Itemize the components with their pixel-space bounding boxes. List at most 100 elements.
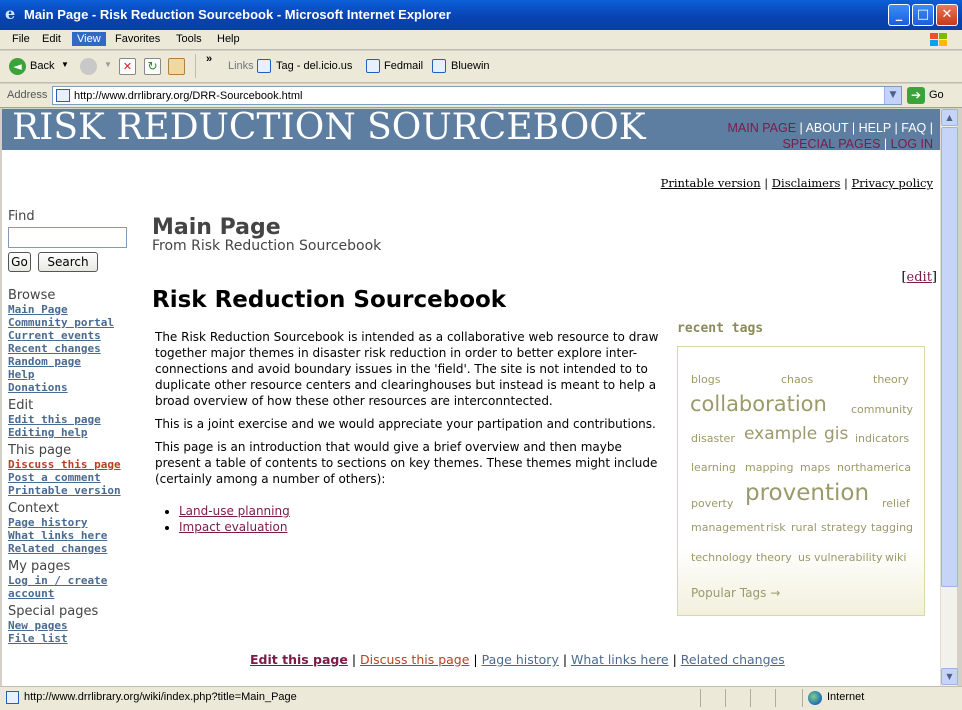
close-button[interactable]: ✕	[936, 4, 958, 26]
link-fedmail[interactable]: Fedmail	[384, 60, 423, 72]
menu-favorites[interactable]: Favorites	[110, 32, 165, 46]
nav-special-pages[interactable]: SPECIAL PAGES	[782, 137, 880, 151]
minimize-button[interactable]: _	[888, 4, 910, 26]
tag-link[interactable]: theory	[873, 373, 909, 386]
sidebar-log-in-create[interactable]: Log in / create	[8, 574, 138, 587]
link-delicious[interactable]: Tag - del.icio.us	[276, 60, 352, 72]
menu-view[interactable]: View	[72, 32, 106, 46]
menu-help[interactable]: Help	[212, 32, 245, 46]
address-url[interactable]: http://www.drrlibrary.org/DRR-Sourcebook…	[74, 90, 302, 102]
sidebar-recent-changes[interactable]: Recent changes	[8, 342, 138, 355]
go-label[interactable]: Go	[929, 89, 944, 101]
sidebar-edit-this-page[interactable]: Edit this page	[8, 413, 138, 426]
footer-related-changes[interactable]: Related changes	[681, 652, 785, 667]
forward-arrow-icon[interactable]	[80, 58, 97, 75]
menu-tools[interactable]: Tools	[171, 32, 207, 46]
sidebar-donations[interactable]: Donations	[8, 381, 138, 394]
sidebar-new-pages[interactable]: New pages	[8, 619, 138, 632]
sidebar-help[interactable]: Help	[8, 368, 138, 381]
tag-link[interactable]: chaos	[781, 373, 813, 386]
tag-link[interactable]: disaster	[691, 432, 735, 445]
tag-link[interactable]: maps	[800, 461, 830, 474]
nav-log-in[interactable]: LOG IN	[891, 137, 933, 151]
vertical-scrollbar[interactable]: ▲ ▼	[940, 109, 958, 686]
sidebar-random-page[interactable]: Random page	[8, 355, 138, 368]
globe-icon	[808, 691, 822, 705]
nav-main-page[interactable]: MAIN PAGE	[728, 121, 797, 135]
tag-link[interactable]: risk	[766, 521, 786, 534]
sidebar-editing-help[interactable]: Editing help	[8, 426, 138, 439]
tag-link[interactable]: tagging	[871, 521, 913, 534]
printable-version-link[interactable]: Printable version	[661, 176, 761, 190]
edit-link[interactable]: edit	[907, 270, 932, 285]
nav-faq[interactable]: FAQ	[901, 121, 926, 135]
search-input[interactable]	[8, 227, 127, 248]
nav-about[interactable]: ABOUT	[806, 121, 849, 135]
tag-link[interactable]: strategy	[821, 521, 867, 534]
popular-tags-link[interactable]: Popular Tags →	[691, 586, 780, 600]
tag-link[interactable]: gis	[824, 424, 848, 444]
scroll-down-icon[interactable]: ▼	[941, 668, 958, 685]
menu-edit[interactable]: Edit	[37, 32, 66, 46]
tag-link[interactable]: blogs	[691, 373, 720, 386]
forward-dropdown-icon[interactable]: ▼	[104, 60, 112, 69]
toolbar-chevron-icon[interactable]: »	[206, 53, 212, 65]
back-arrow-icon[interactable]: ◄	[9, 58, 26, 75]
footer-page-history[interactable]: Page history	[482, 652, 559, 667]
sidebar-what-links-here[interactable]: What links here	[8, 529, 138, 542]
tag-link[interactable]: learning	[691, 461, 736, 474]
menu-file[interactable]: File	[7, 32, 35, 46]
link-bluewin[interactable]: Bluewin	[451, 60, 490, 72]
tag-link[interactable]: rural	[791, 521, 817, 534]
footer-edit-this-page[interactable]: Edit this page	[250, 652, 348, 667]
sidebar-main-page[interactable]: Main Page	[8, 303, 138, 316]
sidebar-current-events[interactable]: Current events	[8, 329, 138, 342]
tag-link[interactable]: community	[851, 403, 913, 416]
tag-link[interactable]: relief	[882, 497, 910, 510]
tag-link[interactable]: technology	[691, 551, 752, 564]
tag-link[interactable]: poverty	[691, 497, 733, 510]
address-dropdown-icon[interactable]: ▼	[884, 87, 901, 104]
tag-link[interactable]: northamerica	[837, 461, 911, 474]
sidebar-related-changes[interactable]: Related changes	[8, 542, 138, 555]
disclaimers-link[interactable]: Disclaimers	[772, 176, 841, 190]
maximize-button[interactable]: □	[912, 4, 934, 26]
tag-link[interactable]: theory	[756, 551, 792, 564]
sidebar-account[interactable]: account	[8, 587, 138, 600]
go-search-button[interactable]: Go	[8, 252, 31, 272]
tag-link[interactable]: mapping	[745, 461, 793, 474]
tag-link[interactable]: wiki	[885, 551, 906, 564]
tag-link[interactable]: vulnerability	[814, 551, 883, 564]
back-button-label[interactable]: Back	[30, 60, 54, 72]
sidebar-discuss-this-page[interactable]: Discuss this page	[8, 458, 138, 471]
sidebar-page-history[interactable]: Page history	[8, 516, 138, 529]
impact-evaluation-link[interactable]: Impact evaluation	[179, 520, 287, 534]
footer-discuss-this-page[interactable]: Discuss this page	[360, 652, 469, 667]
sidebar-file-list[interactable]: File list	[8, 632, 138, 645]
scroll-thumb[interactable]	[941, 127, 958, 587]
links-label: Links	[228, 60, 254, 72]
edit-heading: Edit	[8, 398, 34, 413]
go-arrow-icon[interactable]: ➔	[907, 87, 925, 104]
scroll-up-icon[interactable]: ▲	[941, 109, 958, 126]
tag-link[interactable]: us	[798, 551, 811, 564]
sidebar-community-portal[interactable]: Community portal	[8, 316, 138, 329]
tag-link[interactable]: indicators	[855, 432, 909, 445]
privacy-policy-link[interactable]: Privacy policy	[852, 176, 933, 190]
home-icon[interactable]	[168, 58, 185, 75]
refresh-icon[interactable]: ↻	[144, 58, 161, 75]
site-logo[interactable]: RISK REDUCTION SOURCEBOOK	[12, 109, 646, 148]
search-button[interactable]: Search	[38, 252, 98, 272]
address-input[interactable]: http://www.drrlibrary.org/DRR-Sourcebook…	[52, 86, 902, 105]
tag-link[interactable]: management	[691, 521, 765, 534]
tag-link[interactable]: example	[744, 424, 817, 444]
nav-help[interactable]: HELP	[859, 121, 891, 135]
sidebar-printable-version[interactable]: Printable version	[8, 484, 138, 497]
tag-link[interactable]: collaboration	[690, 392, 827, 416]
land-use-planning-link[interactable]: Land-use planning	[179, 504, 290, 518]
stop-icon[interactable]: ✕	[119, 58, 136, 75]
sidebar-post-a-comment[interactable]: Post a comment	[8, 471, 138, 484]
footer-what-links-here[interactable]: What links here	[571, 652, 669, 667]
back-dropdown-icon[interactable]: ▼	[61, 60, 69, 69]
tag-link[interactable]: provention	[745, 480, 869, 506]
